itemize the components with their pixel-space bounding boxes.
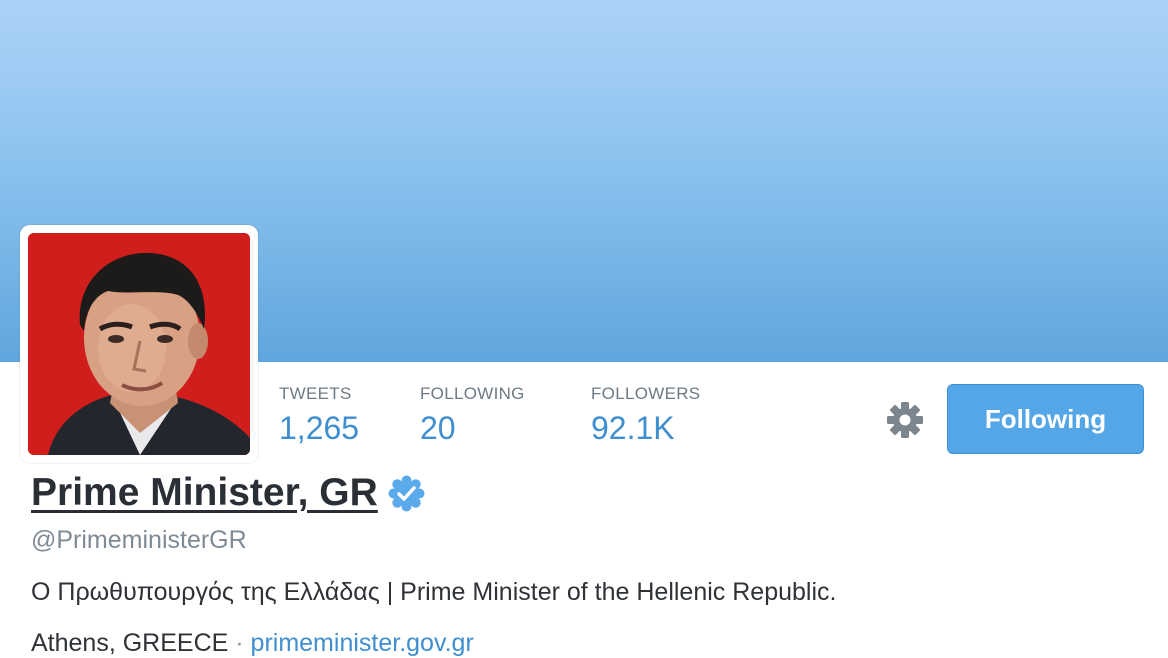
avatar[interactable]	[28, 233, 250, 455]
stat-label: FOLLOWERS	[591, 384, 701, 403]
profile-meta: Athens, GREECE · primeminister.gov.gr	[31, 629, 474, 658]
profile-avatar-frame	[20, 225, 258, 463]
stat-value: 1,265	[279, 410, 360, 446]
profile-bio: Ο Πρωθυπουργός της Ελλάδας | Prime Minis…	[31, 578, 837, 606]
profile-location: Athens, GREECE	[31, 629, 229, 657]
stat-tweets[interactable]: TWEETS 1,265	[279, 384, 359, 447]
stat-following[interactable]: FOLLOWING 20	[420, 384, 525, 447]
profile-handle: @PrimeministerGR	[31, 526, 247, 554]
avatar-portrait	[28, 233, 250, 455]
stat-label: TWEETS	[279, 384, 352, 403]
stat-label: FOLLOWING	[420, 384, 525, 403]
profile-name-row: Prime Minister, GR	[31, 471, 425, 515]
stat-followers[interactable]: FOLLOWERS 92.1K	[591, 384, 700, 447]
profile-name[interactable]: Prime Minister, GR	[31, 471, 378, 515]
stat-value: 92.1K	[591, 410, 675, 446]
following-button[interactable]: Following	[947, 384, 1144, 454]
stat-value: 20	[420, 410, 456, 446]
verified-badge-icon	[388, 475, 425, 512]
profile-website-link[interactable]: primeminister.gov.gr	[251, 629, 474, 657]
meta-separator: ·	[235, 629, 244, 657]
gear-icon[interactable]	[884, 399, 926, 441]
